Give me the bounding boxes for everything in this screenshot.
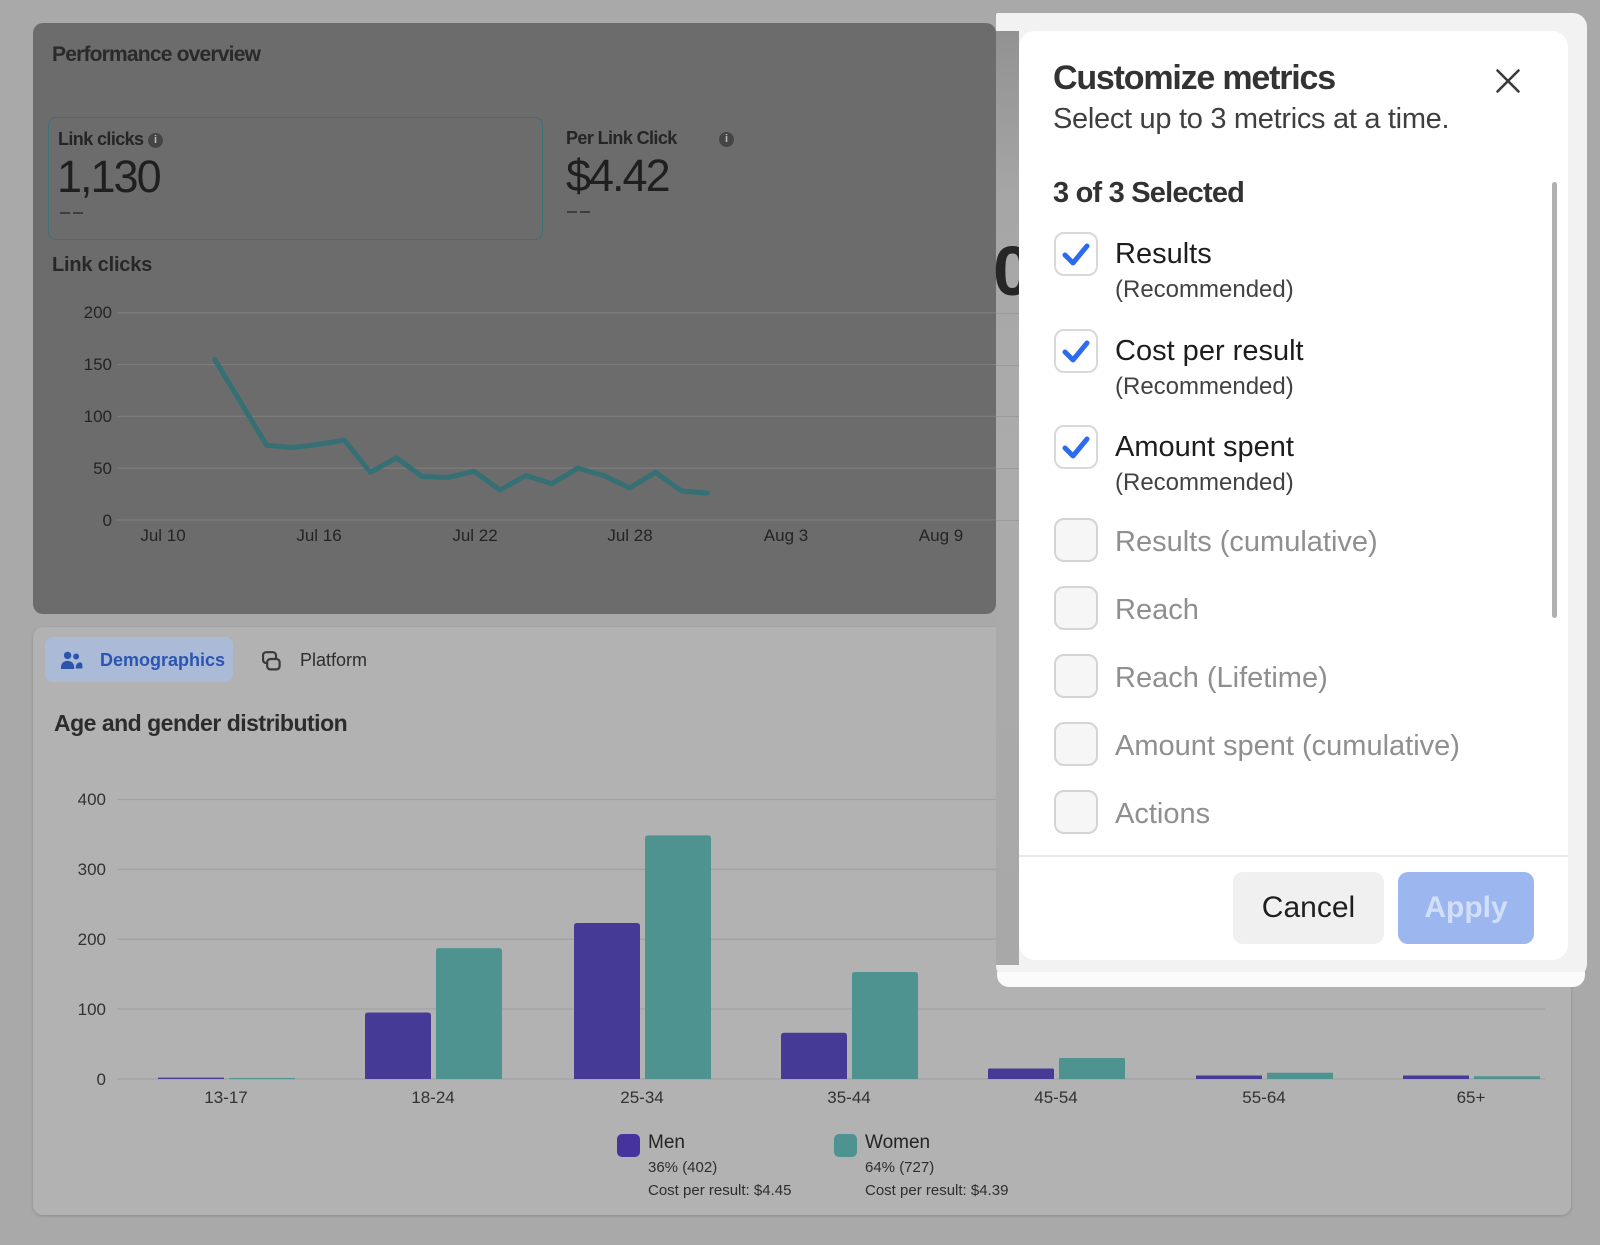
svg-text:18-24: 18-24 [411, 1088, 454, 1107]
svg-text:100: 100 [84, 407, 112, 426]
svg-text:25-34: 25-34 [620, 1088, 663, 1107]
svg-text:35-44: 35-44 [827, 1088, 870, 1107]
svg-text:Jul 28: Jul 28 [607, 526, 652, 545]
svg-text:400: 400 [78, 790, 106, 809]
svg-text:200: 200 [84, 303, 112, 322]
svg-text:200: 200 [78, 930, 106, 949]
svg-text:Jul 16: Jul 16 [296, 526, 341, 545]
svg-text:50: 50 [93, 459, 112, 478]
svg-text:Jul 10: Jul 10 [140, 526, 185, 545]
svg-text:Aug 9: Aug 9 [919, 526, 963, 545]
svg-text:65+: 65+ [1457, 1088, 1486, 1107]
svg-text:13-17: 13-17 [204, 1088, 247, 1107]
svg-text:0: 0 [103, 511, 112, 530]
svg-text:0: 0 [97, 1070, 106, 1089]
svg-text:100: 100 [78, 1000, 106, 1019]
svg-text:55-64: 55-64 [1242, 1088, 1285, 1107]
svg-text:Aug 3: Aug 3 [764, 526, 808, 545]
svg-text:45-54: 45-54 [1034, 1088, 1077, 1107]
svg-text:Jul 22: Jul 22 [452, 526, 497, 545]
svg-text:150: 150 [84, 355, 112, 374]
svg-text:300: 300 [78, 860, 106, 879]
